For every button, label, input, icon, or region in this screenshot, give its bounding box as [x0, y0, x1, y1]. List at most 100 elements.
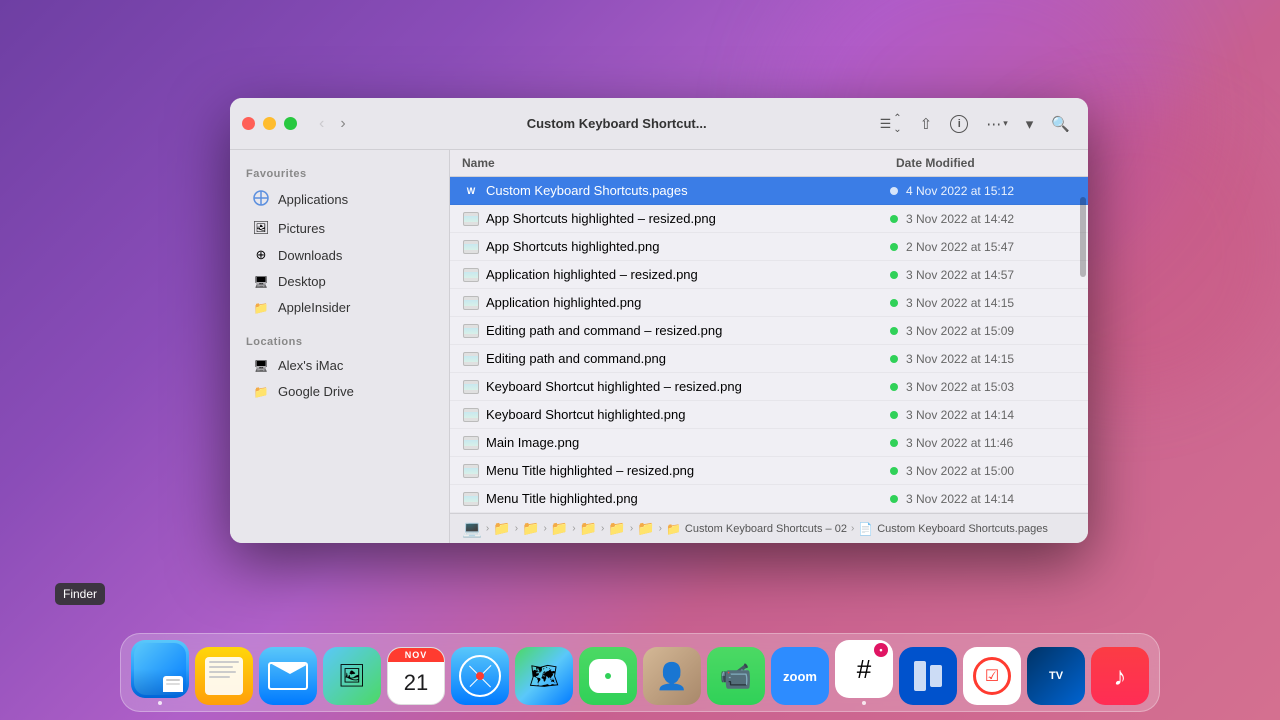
sidebar-item-appleinsider[interactable]: 📁 AppleInsider [236, 295, 443, 320]
file-status-dot [890, 411, 898, 419]
file-type-icon [462, 322, 480, 340]
sidebar-item-desktop[interactable]: 🖥 Desktop [236, 269, 443, 294]
path-chevron-8: › [851, 523, 854, 534]
content-area: Favourites Applications 🖼 Pictures ⊕ Dow… [230, 150, 1088, 543]
minimize-button[interactable] [263, 117, 276, 130]
dock-item-zoom[interactable]: zoom [771, 647, 829, 705]
file-status-dot [890, 439, 898, 447]
sidebar-item-imac[interactable]: 🖥 Alex's iMac [236, 353, 443, 378]
path-segment-2[interactable]: 📁 [493, 520, 510, 537]
path-segment-folder[interactable]: 📁 Custom Keyboard Shortcuts – 02 [666, 522, 847, 536]
table-row[interactable]: Menu Title highlighted.png 3 Nov 2022 at … [450, 485, 1088, 513]
dock-item-messages[interactable] [579, 647, 637, 705]
dock-item-notes[interactable] [195, 647, 253, 705]
column-name: Name [462, 156, 896, 170]
view-options-button[interactable]: ☰ ⌃⌄ [874, 109, 908, 139]
file-name-label: App Shortcuts highlighted – resized.png [486, 211, 882, 226]
toolbar-right: ☰ ⌃⌄ ⇧ i ⋯ ▾ ▾ 🔍 [874, 109, 1076, 139]
dock: 🖼NOV21 🗺 👤📹zoom#• ☑TV♪ [0, 610, 1280, 720]
back-button[interactable]: ‹ [313, 111, 330, 137]
table-row[interactable]: Keyboard Shortcut highlighted – resized.… [450, 373, 1088, 401]
dock-item-music[interactable]: ♪ [1091, 647, 1149, 705]
path-segment-3[interactable]: 📁 [522, 520, 539, 537]
path-segment-file[interactable]: 📄 Custom Keyboard Shortcuts.pages [858, 522, 1048, 536]
table-row[interactable]: Editing path and command – resized.png3 … [450, 317, 1088, 345]
path-segment-7[interactable]: 📁 [637, 520, 654, 537]
reminders-app-icon: ☑ [963, 647, 1021, 705]
path-file-icon: 📄 [858, 522, 873, 536]
path-chevron-3: › [543, 523, 546, 534]
slack-running-dot [862, 701, 866, 705]
sidebar-item-pictures[interactable]: 🖼 Pictures [236, 215, 443, 241]
trello-app-icon [899, 647, 957, 705]
forward-button[interactable]: › [334, 111, 351, 137]
file-date-label: 4 Nov 2022 at 15:12 [906, 184, 1076, 198]
chevron-down-icon: ▾ [1003, 118, 1008, 129]
file-date-label: 3 Nov 2022 at 14:14 [906, 492, 1076, 506]
share-button[interactable]: ⇧ [914, 111, 939, 137]
table-row[interactable]: Application highlighted.png3 Nov 2022 at… [450, 289, 1088, 317]
table-row[interactable]: App Shortcuts highlighted.png2 Nov 2022 … [450, 233, 1088, 261]
file-name-label: Editing path and command.png [486, 351, 882, 366]
file-type-icon [462, 434, 480, 452]
maximize-button[interactable] [284, 117, 297, 130]
path-chevron-7: › [659, 523, 662, 534]
table-row[interactable]: Keyboard Shortcut highlighted.png3 Nov 2… [450, 401, 1088, 429]
table-row[interactable]: Main Image.png3 Nov 2022 at 11:46 [450, 429, 1088, 457]
path-bar: 💻 › 📁 › 📁 › 📁 › 📁 › 📁 › 📁 › 📁 Custom Key… [450, 513, 1088, 543]
file-date-label: 3 Nov 2022 at 14:15 [906, 296, 1076, 310]
file-type-icon: W [462, 182, 480, 200]
search-icon: 🔍 [1051, 115, 1070, 133]
path-segment-5[interactable]: 📁 [580, 520, 597, 537]
table-row[interactable]: App Shortcuts highlighted – resized.png3… [450, 205, 1088, 233]
table-row[interactable]: Editing path and command.png3 Nov 2022 a… [450, 345, 1088, 373]
sidebar-item-googledrive[interactable]: 📁 Google Drive [236, 379, 443, 404]
googledrive-icon: 📁 [252, 385, 270, 399]
file-name-label: Menu Title highlighted.png [486, 491, 882, 506]
table-row[interactable]: W Custom Keyboard Shortcuts.pages 4 Nov 20… [450, 177, 1088, 205]
dock-item-slack[interactable]: #• [835, 640, 893, 705]
search-button[interactable]: 🔍 [1045, 111, 1076, 137]
scrollbar-thumb[interactable] [1080, 197, 1086, 277]
file-name-label: Custom Keyboard Shortcuts.pages [486, 183, 882, 198]
dock-item-reminders[interactable]: ☑ [963, 647, 1021, 705]
dock-item-trello[interactable] [899, 647, 957, 705]
table-row[interactable]: Application highlighted – resized.png3 N… [450, 261, 1088, 289]
messages-app-icon [579, 647, 637, 705]
sidebar-item-downloads[interactable]: ⊕ Downloads [236, 242, 443, 268]
dock-item-safari[interactable] [451, 647, 509, 705]
table-row[interactable]: Menu Title highlighted – resized.png3 No… [450, 457, 1088, 485]
dock-item-finder[interactable] [131, 640, 189, 705]
dock-item-teamviewer[interactable]: TV [1027, 647, 1085, 705]
file-type-icon [462, 238, 480, 256]
file-status-dot [890, 187, 898, 195]
info-button[interactable]: i [944, 111, 974, 137]
preview-app-icon: 🖼 [323, 647, 381, 705]
dock-item-calendar[interactable]: NOV21 [387, 647, 445, 705]
close-button[interactable] [242, 117, 255, 130]
file-date-label: 3 Nov 2022 at 15:03 [906, 380, 1076, 394]
zoom-app-icon: zoom [771, 647, 829, 705]
dock-item-contacts[interactable]: 👤 [643, 647, 701, 705]
path-segment-4[interactable]: 📁 [551, 520, 568, 537]
finder-running-dot [158, 701, 162, 705]
action-button[interactable]: ⋯ ▾ [980, 111, 1014, 137]
view-switcher-button[interactable]: ▾ [1020, 111, 1040, 137]
sidebar-item-applications[interactable]: Applications [236, 185, 443, 214]
file-date-label: 3 Nov 2022 at 15:09 [906, 324, 1076, 338]
path-segment-1[interactable]: 💻 [462, 519, 482, 539]
file-type-icon [462, 490, 480, 508]
dock-item-preview[interactable]: 🖼 [323, 647, 381, 705]
dock-item-facetime[interactable]: 📹 [707, 647, 765, 705]
finder-app-icon [131, 640, 189, 698]
notes-app-icon [195, 647, 253, 705]
dock-item-mail[interactable] [259, 647, 317, 705]
finder-tooltip-label: Finder [63, 587, 97, 601]
appleinsider-icon: 📁 [252, 301, 270, 315]
path-segment-6[interactable]: 📁 [608, 520, 625, 537]
dock-item-maps[interactable]: 🗺 [515, 647, 573, 705]
file-type-icon [462, 266, 480, 284]
file-type-icon [462, 406, 480, 424]
nav-buttons: ‹ › [313, 111, 352, 137]
file-list-header: Name Date Modified [450, 150, 1088, 177]
